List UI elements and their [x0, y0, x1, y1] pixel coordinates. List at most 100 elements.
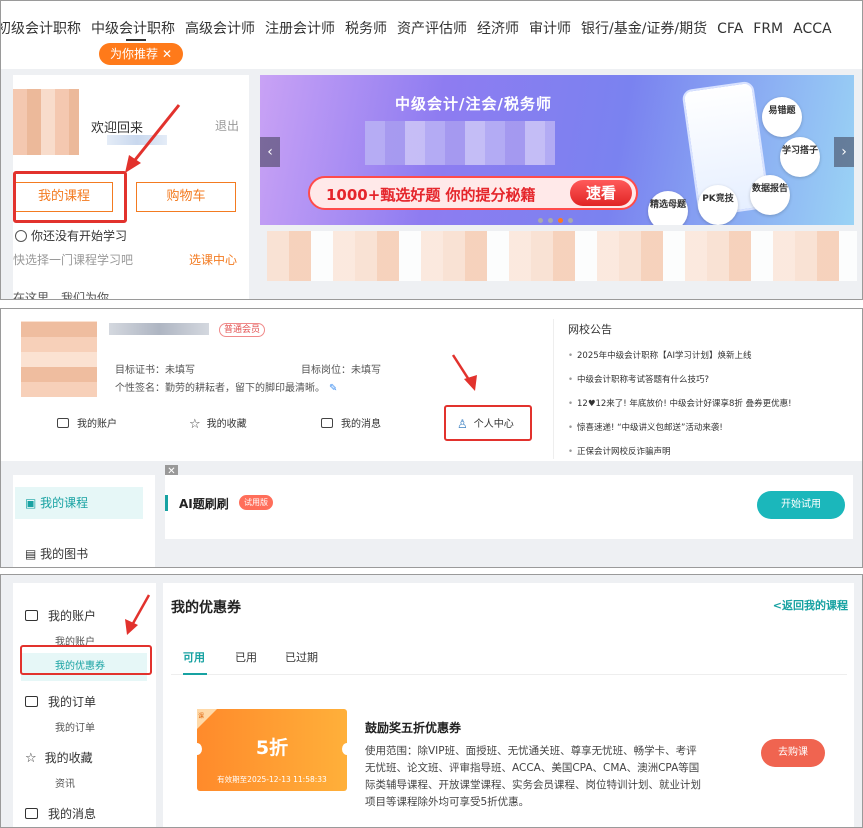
nav-list: 初级会计职称 中级会计职称 高级会计师 注册会计师 税务师 资产评估师 经济师 审计师 银行/基… [1, 18, 842, 38]
homepage-body: 欢迎回来 退出 我的课程 购物车 你还没有开始学习 快选择一门课程学习吧 选课中… [1, 69, 862, 299]
profile-header: 普通会员 目标证书：未填写 目标岗位：未填写 个性签名：勤劳的耕耘者，留下的脚印… [1, 309, 862, 461]
mail-icon [321, 418, 333, 428]
notice-item[interactable]: 2025年中级会计职称【AI学习计划】焕新上线 [568, 349, 853, 361]
close-icon[interactable]: ✕ [162, 47, 172, 61]
cart-button[interactable]: 购物车 [136, 182, 236, 212]
red-arrow-annotation [125, 104, 181, 173]
notice-item[interactable]: 惊喜速递! “中级讲义包邮送”活动来袭! [568, 421, 853, 433]
nav-item[interactable]: 注册会计师 [265, 18, 335, 38]
highlight-box [13, 171, 127, 223]
highlight-box [20, 645, 152, 675]
red-arrow-annotation [125, 594, 151, 635]
bubble: 数据报告 [750, 175, 790, 215]
sidebar-sub-orders[interactable]: 我的订单 [55, 719, 95, 734]
user-card: 欢迎回来 退出 我的课程 购物车 你还没有开始学习 快选择一门课程学习吧 选课中… [13, 75, 249, 299]
bubble: 学习搭子 [780, 137, 820, 177]
nav-item[interactable]: 审计师 [529, 18, 571, 38]
username-redacted [109, 323, 209, 335]
nav-item[interactable]: 税务师 [345, 18, 387, 38]
chevron-left-icon[interactable]: ‹ [260, 137, 280, 167]
carousel-dots[interactable] [538, 208, 578, 225]
recommend-badge[interactable]: 为你推荐 ✕ [99, 43, 183, 65]
no-study-label: 你还没有开始学习 [31, 229, 128, 243]
quick-account[interactable]: 我的账户 [57, 415, 117, 430]
username-redacted [107, 135, 167, 145]
notice-board: 网校公告 2025年中级会计职称【AI学习计划】焕新上线 中级会计职称考试答题有… [553, 319, 853, 459]
sidebar: ▣ 我的课程 ▤ 我的图书 [13, 475, 155, 567]
no-study-text: 你还没有开始学习 [15, 227, 127, 244]
coupon-card: 课 5折 有效期至2025-12-13 11:58:33 鼓励奖五折优惠券 使用… [171, 689, 847, 827]
logout-link[interactable]: 退出 [215, 117, 239, 134]
tab-available[interactable]: 可用 [183, 649, 205, 665]
quick-messages[interactable]: 我的消息 [321, 415, 381, 430]
welcome-text: 欢迎回来 [91, 121, 144, 136]
homepage-panel: 初级会计职称 中级会计职称 高级会计师 注册会计师 税务师 资产评估师 经济师 审计师 银行/基… [0, 0, 863, 300]
quick-favorites[interactable]: ☆ 我的收藏 [189, 415, 247, 432]
personal-content: ▣ 我的课程 ▤ 我的图书 ✕ AI题刷刷 试用版 开始试用 [1, 461, 862, 567]
page-title: 我的优惠券 [171, 600, 241, 616]
course-center-link[interactable]: 选课中心 [189, 251, 237, 268]
red-arrow-annotation [451, 354, 477, 391]
nav-item[interactable]: FRM [753, 21, 783, 37]
target-post: 目标岗位：未填写 [301, 365, 381, 376]
ai-practice-card: AI题刷刷 试用版 开始试用 [165, 475, 853, 539]
coupon-tabs: 可用 已用 已过期 [171, 637, 847, 675]
news-redacted [267, 231, 857, 281]
wallet-icon [25, 610, 38, 621]
coupon-main: 我的优惠券 <返回我的课程 可用 已用 已过期 课 5折 有效期至2025-12… [163, 583, 854, 827]
trial-tag: 试用版 [239, 495, 273, 510]
nav-active-underline [126, 39, 146, 41]
nav-item[interactable]: 经济师 [477, 18, 519, 38]
sidebar-item-messages[interactable]: 我的消息 [25, 805, 96, 822]
signature-text: 个性签名：勤劳的耕耘者，留下的脚印最清晰。 [115, 383, 325, 394]
mail-icon [25, 808, 38, 819]
nav-item[interactable]: CFA [717, 21, 743, 37]
bubble: PK竞技 [698, 185, 738, 225]
start-trial-button[interactable]: 开始试用 [757, 491, 845, 519]
nav-item[interactable]: 银行/基金/证券/期货 [581, 18, 707, 38]
tab-active-line [183, 673, 207, 675]
nav-item[interactable]: 中级会计职称 [91, 18, 175, 38]
book-icon: ▤ [25, 547, 41, 561]
pick-course-text: 快选择一门课程学习吧 [13, 253, 134, 267]
notice-item[interactable]: 中级会计职称考试答题有什么技巧? [568, 373, 853, 385]
coupon-expiry: 有效期至2025-12-13 11:58:33 [217, 775, 327, 784]
nav-item[interactable]: 高级会计师 [185, 18, 255, 38]
ai-title: AI题刷刷 [179, 497, 229, 511]
notice-title: 网校公告 [568, 323, 612, 336]
promo-banner[interactable]: 中级会计/注会/税务师 1000+甄选好题 你的提分秘籍 速看 易错题 学习搭子… [260, 75, 854, 225]
sidebar-item-my-books[interactable]: ▤ 我的图书 [25, 545, 88, 562]
chevron-right-icon[interactable]: › [834, 137, 854, 167]
exam-category-nav: 初级会计职称 中级会计职称 高级会计师 注册会计师 税务师 资产评估师 经济师 审计师 银行/基… [1, 1, 862, 65]
bubble: 精选母题 [648, 191, 688, 225]
tab-used[interactable]: 已用 [235, 649, 257, 665]
coupon-title: 鼓励奖五折优惠券 [365, 721, 462, 735]
sidebar-item-my-courses[interactable]: ▣ 我的课程 [15, 487, 143, 519]
coupon-discount: 5折 [255, 737, 289, 759]
star-icon: ☆ [25, 751, 37, 766]
sidebar-item-account[interactable]: 我的账户 [25, 607, 96, 624]
banner-redacted [365, 121, 555, 165]
notice-item[interactable]: 正保会计网校反诈骗声明 [568, 445, 853, 457]
coupon-panel: 我的账户 我的账户 我的优惠券 我的订单 我的订单 ☆ 我的收藏 资讯 我的消息 … [0, 574, 863, 828]
sidebar-item-orders[interactable]: 我的订单 [25, 693, 96, 710]
ticket-notch [192, 743, 202, 755]
accent-bar [165, 495, 168, 511]
sidebar-sub-news[interactable]: 资讯 [55, 775, 75, 790]
highlight-box [444, 405, 532, 441]
edit-icon[interactable]: ✎ [329, 383, 337, 394]
nav-item[interactable]: 资产评估师 [397, 18, 467, 38]
avatar[interactable] [13, 89, 79, 155]
buy-course-button[interactable]: 去购课 [761, 739, 825, 767]
nav-item[interactable]: ACCA [793, 21, 831, 37]
banner-cta-button[interactable]: 速看 [570, 180, 632, 206]
tab-expired[interactable]: 已过期 [285, 649, 318, 665]
sidebar-item-favorites[interactable]: ☆ 我的收藏 [25, 749, 93, 766]
star-icon: ☆ [189, 417, 201, 432]
notice-item[interactable]: 12♥12来了! 年底放价! 中级会计好课享8折 叠券更优惠! [568, 397, 853, 409]
coupon-description: 使用范围：除VIP班、面授班、无忧通关班、尊享无忧班、畅学卡、考评无忧班、论文班… [365, 745, 701, 808]
ticket-corner-label: 课 [198, 713, 205, 720]
avatar[interactable] [21, 321, 97, 397]
back-to-courses-link[interactable]: <返回我的课程 [773, 597, 848, 613]
nav-item[interactable]: 初级会计职称 [1, 18, 81, 38]
